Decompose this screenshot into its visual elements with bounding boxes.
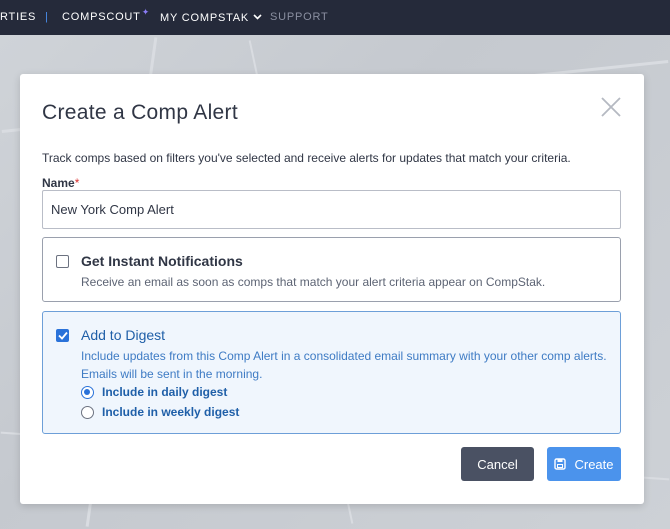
add-to-digest-title: Add to Digest	[81, 327, 166, 343]
sparkle-icon: ✦	[141, 7, 151, 17]
nav-compscout[interactable]: COMPSCOUT✦	[62, 7, 150, 23]
instant-notifications-checkbox[interactable]	[56, 255, 69, 268]
chevron-down-icon	[253, 11, 262, 23]
daily-digest-label: Include in daily digest	[102, 385, 228, 399]
save-icon	[554, 458, 567, 470]
create-button-label: Create	[574, 456, 614, 472]
required-mark: *	[74, 176, 80, 190]
create-button[interactable]: Create	[547, 447, 621, 481]
daily-digest-radio[interactable]: Include in daily digest	[81, 385, 227, 399]
name-label: Name*	[42, 176, 79, 190]
weekly-digest-radio[interactable]: Include in weekly digest	[81, 405, 239, 419]
instant-notifications-title: Get Instant Notifications	[81, 253, 243, 269]
nav-properties[interactable]: RTIES	[0, 11, 36, 23]
instant-notifications-option[interactable]: Get Instant Notifications Receive an ema…	[42, 237, 621, 302]
cancel-button[interactable]: Cancel	[461, 447, 534, 481]
modal-title: Create a Comp Alert	[42, 101, 238, 124]
daily-digest-radio-button[interactable]	[81, 385, 94, 399]
add-to-digest-description: Include updates from this Comp Alert in …	[81, 349, 607, 381]
create-comp-alert-modal: Create a Comp Alert Track comps based on…	[20, 74, 644, 504]
add-to-digest-option[interactable]: Add to Digest Include updates from this …	[42, 311, 621, 434]
top-nav: RTIES | COMPSCOUT✦ MY COMPSTAK SUPPORT	[0, 0, 670, 35]
nav-compscout-label: COMPSCOUT	[62, 11, 141, 23]
nav-my-compstak-label: MY COMPSTAK	[160, 12, 250, 24]
nav-separator: |	[45, 11, 49, 23]
weekly-digest-radio-button[interactable]	[81, 405, 94, 419]
checkmark-icon	[58, 331, 68, 340]
weekly-digest-label: Include in weekly digest	[102, 405, 240, 419]
add-to-digest-checkbox[interactable]	[56, 329, 69, 342]
modal-description: Track comps based on filters you've sele…	[42, 151, 571, 165]
close-icon[interactable]	[600, 96, 622, 118]
name-label-text: Name	[42, 176, 75, 190]
alert-name-input[interactable]	[42, 190, 621, 229]
instant-notifications-description: Receive an email as soon as comps that m…	[81, 275, 546, 289]
nav-support[interactable]: SUPPORT	[270, 11, 329, 23]
nav-my-compstak[interactable]: MY COMPSTAK	[160, 11, 262, 24]
